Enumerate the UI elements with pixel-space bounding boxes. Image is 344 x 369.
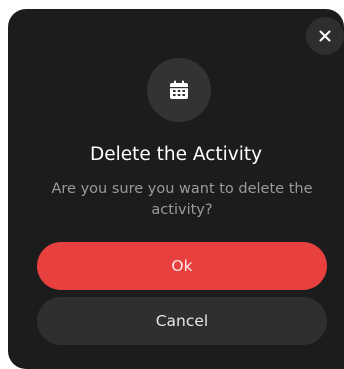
dialog-message: Are you sure you want to delete the acti… bbox=[51, 181, 313, 218]
cancel-button[interactable]: Cancel bbox=[37, 297, 327, 345]
dialog-icon-container bbox=[147, 58, 211, 122]
close-button[interactable] bbox=[306, 17, 344, 55]
dialog-title: Delete the Activity bbox=[89, 144, 263, 165]
calendar-icon bbox=[170, 80, 188, 99]
ok-button[interactable]: Ok bbox=[37, 242, 327, 290]
close-icon bbox=[319, 30, 331, 42]
